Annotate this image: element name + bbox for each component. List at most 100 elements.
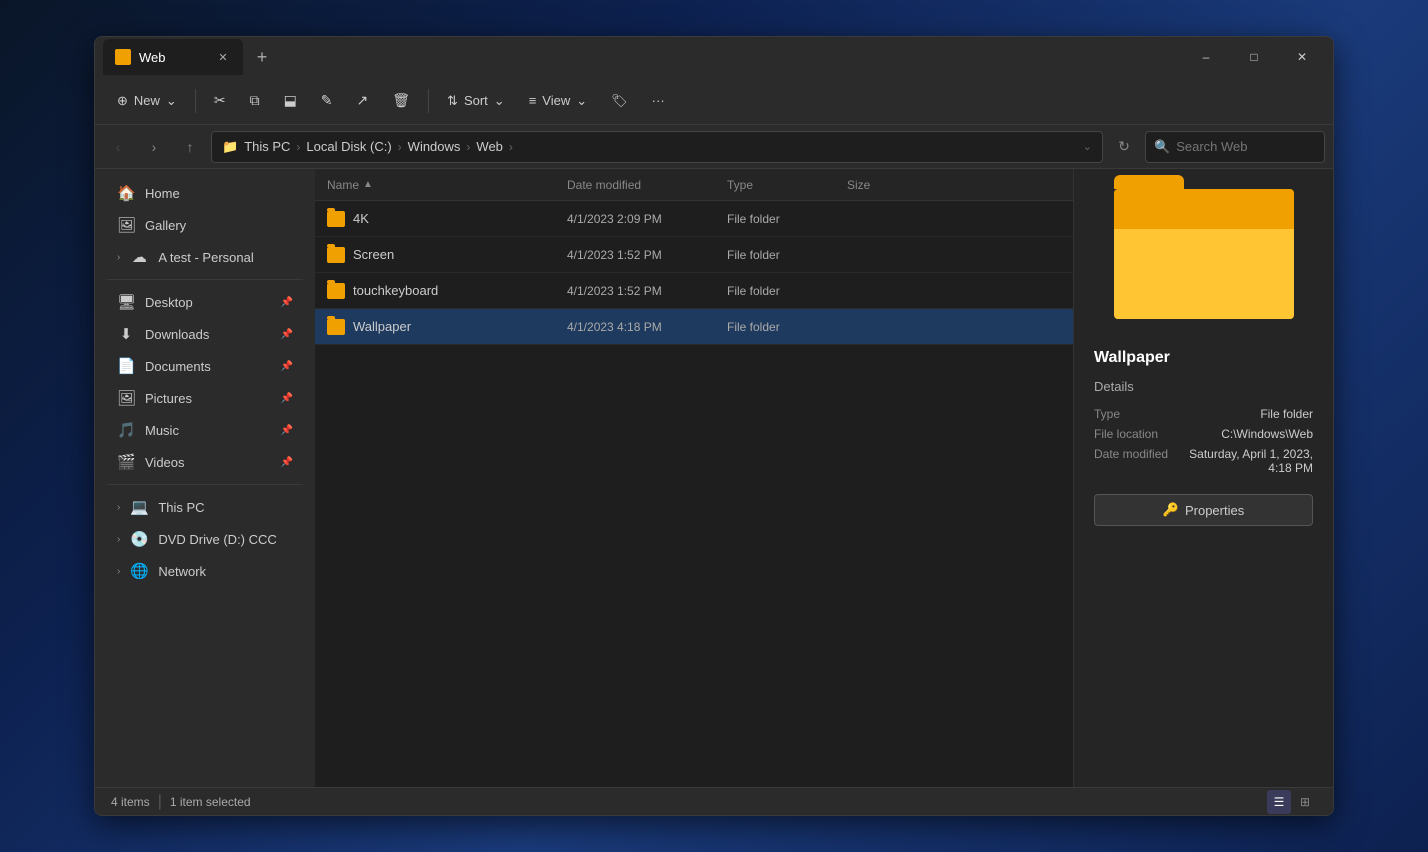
big-folder-shape bbox=[1114, 189, 1294, 319]
table-row[interactable]: Wallpaper 4/1/2023 4:18 PM File folder bbox=[315, 309, 1073, 345]
file-date-wallpaper: 4/1/2023 4:18 PM bbox=[567, 320, 727, 334]
sidebar-divider-2 bbox=[107, 484, 303, 485]
breadcrumb-sep-3: › bbox=[466, 140, 470, 154]
sidebar-item-music[interactable]: 🎵 Music 📌 bbox=[101, 415, 309, 445]
breadcrumb-sep-4: › bbox=[509, 140, 513, 154]
sidebar-label-home: Home bbox=[145, 186, 180, 201]
col-header-size[interactable]: Size bbox=[847, 178, 927, 192]
sidebar-item-gallery[interactable]: 🖼 Gallery bbox=[101, 210, 309, 240]
address-bar[interactable]: 📁 This PC › Local Disk (C:) › Windows › … bbox=[211, 131, 1103, 163]
desktop-pin-icon: 📌 bbox=[281, 297, 293, 308]
forward-button[interactable]: › bbox=[139, 132, 169, 162]
properties-button[interactable]: 🔑 Properties bbox=[1094, 494, 1313, 526]
breadcrumb-web[interactable]: Web bbox=[476, 139, 503, 154]
breadcrumb-sep-2: › bbox=[398, 140, 402, 154]
sidebar-item-this-pc[interactable]: › 💻 This PC bbox=[101, 492, 309, 522]
sidebar-label-this-pc: This PC bbox=[158, 500, 204, 515]
sidebar-item-desktop[interactable]: 🖥 Desktop 📌 bbox=[101, 287, 309, 317]
sidebar-item-network[interactable]: › 🌐 Network bbox=[101, 556, 309, 586]
file-name-cell: Screen bbox=[327, 247, 567, 263]
table-row[interactable]: 4K 4/1/2023 2:09 PM File folder bbox=[315, 201, 1073, 237]
paste-button[interactable]: ⬓ bbox=[274, 84, 307, 118]
tab-close-button[interactable]: ✕ bbox=[215, 49, 231, 65]
big-folder-inner bbox=[1114, 229, 1294, 319]
paste-icon: ⬓ bbox=[284, 92, 297, 109]
breadcrumb-windows[interactable]: Windows bbox=[408, 139, 461, 154]
share-button[interactable]: ↗ bbox=[347, 84, 379, 118]
detail-row-date: Date modified Saturday, April 1, 2023, 4… bbox=[1094, 444, 1313, 478]
col-header-name[interactable]: Name ▲ bbox=[327, 178, 567, 192]
sidebar-item-downloads[interactable]: ⬇ Downloads 📌 bbox=[101, 319, 309, 349]
tag-icon: 🏷 bbox=[611, 93, 628, 109]
window-controls: – □ ✕ bbox=[1183, 41, 1325, 73]
close-button[interactable]: ✕ bbox=[1279, 41, 1325, 73]
folder-icon-touchkeyboard bbox=[327, 283, 345, 299]
list-view-button[interactable]: ☰ bbox=[1267, 790, 1291, 814]
copy-button[interactable]: ⧉ bbox=[240, 84, 270, 118]
more-icon: ··· bbox=[652, 93, 665, 108]
file-name-cell: Wallpaper bbox=[327, 319, 567, 335]
sidebar-label-documents: Documents bbox=[145, 359, 211, 374]
network-expand-icon: › bbox=[117, 566, 120, 577]
table-row[interactable]: Screen 4/1/2023 1:52 PM File folder bbox=[315, 237, 1073, 273]
documents-icon: 📄 bbox=[117, 357, 135, 375]
new-tab-button[interactable]: + bbox=[247, 42, 277, 72]
sort-asc-icon: ▲ bbox=[363, 179, 373, 190]
view-button[interactable]: ≡ View ⌄ bbox=[519, 84, 597, 118]
new-icon: ⊕ bbox=[117, 93, 128, 109]
address-bar-row: ‹ › ↑ 📁 This PC › Local Disk (C:) › Wind… bbox=[95, 125, 1333, 169]
file-name-screen: Screen bbox=[353, 247, 394, 262]
desktop-icon: 🖥 bbox=[117, 293, 135, 311]
new-button[interactable]: ⊕ New ⌄ bbox=[107, 84, 187, 118]
status-bar: 4 items | 1 item selected ☰ ⊞ bbox=[95, 787, 1333, 815]
sort-button[interactable]: ⇅ Sort ⌄ bbox=[437, 84, 515, 118]
title-bar: Web ✕ + – □ ✕ bbox=[95, 37, 1333, 77]
search-input[interactable] bbox=[1176, 139, 1316, 154]
refresh-button[interactable]: ↻ bbox=[1109, 132, 1139, 162]
file-date-screen: 4/1/2023 1:52 PM bbox=[567, 248, 727, 262]
back-button[interactable]: ‹ bbox=[103, 132, 133, 162]
file-type-touchkeyboard: File folder bbox=[727, 284, 847, 298]
breadcrumb-local-disk[interactable]: Local Disk (C:) bbox=[306, 139, 391, 154]
toolbar: ⊕ New ⌄ ✂ ⧉ ⬓ ✎ ↗ 🗑 ⇅ Sort ⌄ ≡ bbox=[95, 77, 1333, 125]
cut-button[interactable]: ✂ bbox=[204, 84, 236, 118]
sidebar-item-dvd[interactable]: › 💿 DVD Drive (D:) CCC bbox=[101, 524, 309, 554]
delete-button[interactable]: 🗑 bbox=[382, 84, 420, 118]
properties-icon: 🔑 bbox=[1163, 502, 1179, 518]
atest-expand-icon: › bbox=[117, 252, 120, 263]
file-date-touchkeyboard: 4/1/2023 1:52 PM bbox=[567, 284, 727, 298]
active-tab[interactable]: Web ✕ bbox=[103, 39, 243, 75]
sidebar-item-documents[interactable]: 📄 Documents 📌 bbox=[101, 351, 309, 381]
sidebar-item-videos[interactable]: 🎬 Videos 📌 bbox=[101, 447, 309, 477]
tag-button[interactable]: 🏷 bbox=[601, 84, 638, 118]
rename-button[interactable]: ✎ bbox=[311, 84, 343, 118]
view-label: View bbox=[542, 93, 570, 108]
minimize-button[interactable]: – bbox=[1183, 41, 1229, 73]
toolbar-divider-1 bbox=[195, 89, 196, 113]
status-separator: | bbox=[158, 793, 162, 811]
grid-view-button[interactable]: ⊞ bbox=[1293, 790, 1317, 814]
more-button[interactable]: ··· bbox=[642, 84, 675, 118]
downloads-pin-icon: 📌 bbox=[281, 329, 293, 340]
file-name-wallpaper: Wallpaper bbox=[353, 319, 411, 334]
sidebar-label-desktop: Desktop bbox=[145, 295, 193, 310]
table-row[interactable]: touchkeyboard 4/1/2023 1:52 PM File fold… bbox=[315, 273, 1073, 309]
sidebar-label-gallery: Gallery bbox=[145, 218, 186, 233]
videos-pin-icon: 📌 bbox=[281, 457, 293, 468]
view-chevron-icon: ⌄ bbox=[576, 93, 587, 109]
search-box[interactable]: 🔍 bbox=[1145, 131, 1325, 163]
preview-pane: Wallpaper Details Type File folder File … bbox=[1073, 169, 1333, 787]
breadcrumb-this-pc[interactable]: This PC bbox=[244, 139, 290, 154]
new-chevron-icon: ⌄ bbox=[166, 93, 177, 109]
maximize-button[interactable]: □ bbox=[1231, 41, 1277, 73]
sidebar-item-atest[interactable]: › ☁ A test - Personal bbox=[101, 242, 309, 272]
sidebar-item-pictures[interactable]: 🖼 Pictures 📌 bbox=[101, 383, 309, 413]
sidebar-item-home[interactable]: 🏠 Home bbox=[101, 178, 309, 208]
up-button[interactable]: ↑ bbox=[175, 132, 205, 162]
breadcrumb-sep-1: › bbox=[296, 140, 300, 154]
file-date-4k: 4/1/2023 2:09 PM bbox=[567, 212, 727, 226]
dvd-icon: 💿 bbox=[130, 530, 148, 548]
col-header-date[interactable]: Date modified bbox=[567, 178, 727, 192]
col-header-type[interactable]: Type bbox=[727, 178, 847, 192]
file-area: Name ▲ Date modified Type Size 4K bbox=[315, 169, 1073, 787]
